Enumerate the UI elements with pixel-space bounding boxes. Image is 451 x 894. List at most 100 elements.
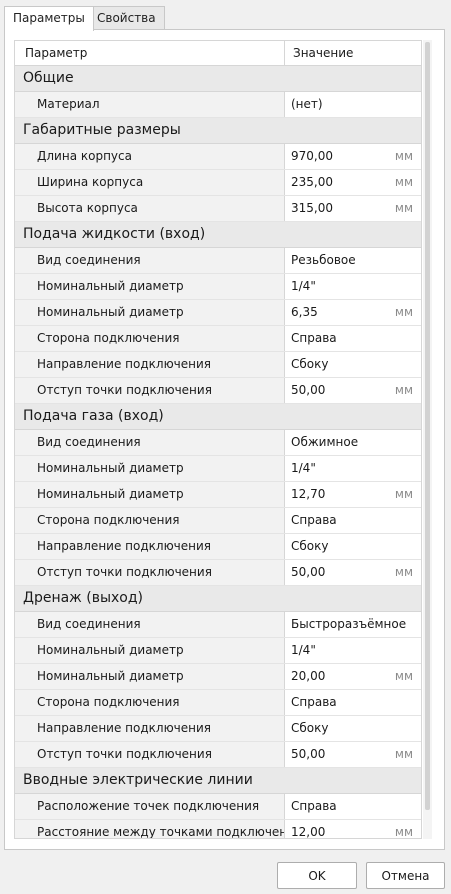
property-name: Отступ точки подключения (15, 378, 285, 403)
property-value-cell[interactable]: 315,00 мм (285, 196, 421, 221)
property-value: 235,00 (291, 175, 333, 189)
property-row: Номинальный диаметр 6,35 мм (15, 300, 421, 326)
property-row: Расстояние между точками подключения 12,0… (15, 820, 421, 839)
scrollbar-thumb[interactable] (425, 42, 430, 810)
property-row: Номинальный диаметр 1/4" (15, 456, 421, 482)
property-value-cell[interactable]: 6,35 мм (285, 300, 421, 325)
property-row: Вид соединения Быстроразъёмное (15, 612, 421, 638)
property-name: Сторона подключения (15, 690, 285, 715)
property-name: Отступ точки подключения (15, 742, 285, 767)
property-row: Сторона подключения Справа (15, 690, 421, 716)
property-name: Расположение точек подключения (15, 794, 285, 819)
property-value-cell[interactable]: Обжимное (285, 430, 421, 455)
property-value: 50,00 (291, 383, 326, 397)
property-name: Сторона подключения (15, 508, 285, 533)
ok-button[interactable]: OK (277, 862, 357, 889)
section-header[interactable]: Общие (15, 66, 421, 92)
property-value-cell[interactable]: 20,00 мм (285, 664, 421, 689)
property-value: 6,35 (291, 305, 318, 319)
unit-label: мм (394, 149, 413, 163)
property-value-cell[interactable]: (нет) (285, 92, 421, 117)
property-value-cell[interactable]: Справа (285, 326, 421, 351)
property-row: Длина корпуса 970,00 мм (15, 144, 421, 170)
unit-label: мм (394, 747, 413, 761)
tab-parameters[interactable]: Параметры (4, 6, 94, 31)
unit-label: мм (394, 305, 413, 319)
property-value: 1/4" (291, 279, 316, 293)
property-value-cell[interactable]: 12,70 мм (285, 482, 421, 507)
tab-properties[interactable]: Свойства (88, 6, 165, 30)
property-value: 20,00 (291, 669, 326, 683)
property-name: Вид соединения (15, 248, 285, 273)
property-value-cell[interactable]: Справа (285, 690, 421, 715)
section-header[interactable]: Габаритные размеры (15, 118, 421, 144)
grid-body: Общие Материал (нет) Габаритные размеры Длин… (15, 66, 421, 839)
property-value-cell[interactable]: Справа (285, 794, 421, 819)
property-value: Сбоку (291, 721, 329, 735)
property-row: Направление подключения Сбоку (15, 716, 421, 742)
property-row: Сторона подключения Справа (15, 508, 421, 534)
property-value-cell[interactable]: 1/4" (285, 274, 421, 299)
property-value: Быстроразъёмное (291, 617, 407, 631)
column-header-value[interactable]: Значение (285, 41, 421, 65)
property-value-cell[interactable]: 50,00 мм (285, 742, 421, 767)
property-name: Номинальный диаметр (15, 482, 285, 507)
property-row: Отступ точки подключения 50,00 мм (15, 560, 421, 586)
property-value-cell[interactable]: Справа (285, 508, 421, 533)
property-name: Расстояние между точками подключения (15, 820, 285, 838)
property-value-cell[interactable]: Резьбовое (285, 248, 421, 273)
property-value: Справа (291, 331, 337, 345)
section-header[interactable]: Подача газа (вход) (15, 404, 421, 430)
property-row: Номинальный диаметр 1/4" (15, 638, 421, 664)
property-row: Расположение точек подключения Справа (15, 794, 421, 820)
section-header[interactable]: Вводные электрические линии (15, 768, 421, 794)
property-value: 12,70 (291, 487, 326, 501)
property-row: Номинальный диаметр 12,70 мм (15, 482, 421, 508)
property-value-cell[interactable]: 235,00 мм (285, 170, 421, 195)
property-name: Вид соединения (15, 430, 285, 455)
grid-header: Параметр Значение (15, 41, 421, 66)
property-value: Обжимное (291, 435, 359, 449)
property-name: Номинальный диаметр (15, 300, 285, 325)
property-row: Отступ точки подключения 50,00 мм (15, 378, 421, 404)
property-grid: Параметр Значение Общие Материал (нет) Габа… (14, 40, 422, 839)
property-value-cell[interactable]: 1/4" (285, 638, 421, 663)
property-value-cell[interactable]: 12,00 мм (285, 820, 421, 839)
property-name: Номинальный диаметр (15, 638, 285, 663)
property-value-cell[interactable]: 50,00 мм (285, 378, 421, 403)
property-value: Сбоку (291, 539, 329, 553)
property-name: Длина корпуса (15, 144, 285, 169)
property-value-cell[interactable]: Сбоку (285, 716, 421, 741)
property-row: Номинальный диаметр 1/4" (15, 274, 421, 300)
property-value-cell[interactable]: 1/4" (285, 456, 421, 481)
property-row: Вид соединения Резьбовое (15, 248, 421, 274)
column-header-parameter[interactable]: Параметр (15, 41, 285, 65)
unit-label: мм (394, 175, 413, 189)
property-value-cell[interactable]: 50,00 мм (285, 560, 421, 585)
property-row: Ширина корпуса 235,00 мм (15, 170, 421, 196)
unit-label: мм (394, 383, 413, 397)
property-value-cell[interactable]: 970,00 мм (285, 144, 421, 169)
property-value: 970,00 (291, 149, 333, 163)
unit-label: мм (394, 565, 413, 579)
property-value-cell[interactable]: Быстроразъёмное (285, 612, 421, 637)
property-row: Отступ точки подключения 50,00 мм (15, 742, 421, 768)
unit-label: мм (394, 669, 413, 683)
property-row: Направление подключения Сбоку (15, 534, 421, 560)
property-row: Материал (нет) (15, 92, 421, 118)
property-value-cell[interactable]: Сбоку (285, 534, 421, 559)
section-header[interactable]: Дренаж (выход) (15, 586, 421, 612)
property-row: Сторона подключения Справа (15, 326, 421, 352)
property-value: 50,00 (291, 565, 326, 579)
property-name: Номинальный диаметр (15, 456, 285, 481)
cancel-button[interactable]: Отмена (366, 862, 445, 889)
property-value: 315,00 (291, 201, 333, 215)
vertical-scrollbar[interactable] (423, 40, 432, 839)
section-header[interactable]: Подача жидкости (вход) (15, 222, 421, 248)
property-name: Направление подключения (15, 352, 285, 377)
property-value: Справа (291, 513, 337, 527)
property-value-cell[interactable]: Сбоку (285, 352, 421, 377)
property-value: 1/4" (291, 461, 316, 475)
property-value: (нет) (291, 97, 323, 111)
unit-label: мм (394, 825, 413, 839)
